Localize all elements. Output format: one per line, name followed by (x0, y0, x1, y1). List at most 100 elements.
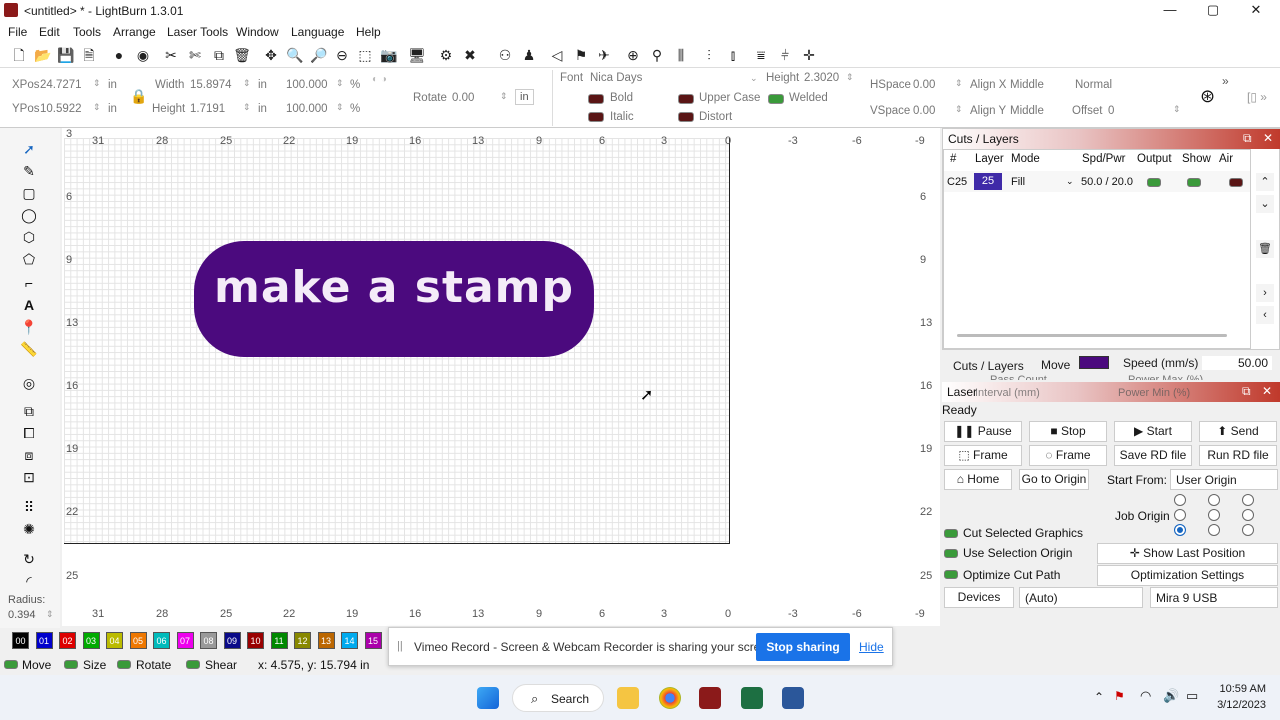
palette-color-02[interactable]: 02 (59, 632, 76, 649)
taskbar-search[interactable]: ⌕ Search (512, 684, 604, 712)
start-from-dropdown[interactable]: User Origin (1170, 469, 1278, 490)
menu-tools[interactable]: Tools (73, 25, 101, 39)
maximize-button[interactable]: ▢ (1193, 2, 1233, 20)
align-bottom-icon[interactable]: ⫩ (776, 46, 794, 64)
xpos-input[interactable]: 24.7271 (40, 79, 82, 91)
rotate-toggle[interactable] (117, 660, 131, 669)
center-icon[interactable]: ⊕ (624, 46, 642, 64)
width-percent-input[interactable]: 100.000 (286, 79, 328, 91)
italic-toggle[interactable] (588, 112, 604, 122)
tray-chevron-icon[interactable]: ⌃ (1094, 690, 1104, 704)
ellipse-icon[interactable]: ◯ (20, 206, 38, 224)
delete-layer-icon[interactable]: 🗑 (1256, 240, 1274, 258)
palette-color-04[interactable]: 04 (106, 632, 123, 649)
close-button[interactable]: ✕ (1236, 2, 1276, 20)
distort-toggle[interactable] (678, 112, 694, 122)
float-panel-icon[interactable]: ⧉ (1243, 131, 1252, 146)
font-chevron-down-icon[interactable]: ⌄ (750, 73, 758, 84)
monitor-icon[interactable]: 🖥 (408, 46, 426, 64)
air-toggle[interactable] (1229, 178, 1243, 187)
offset-input[interactable]: 0 (1108, 105, 1114, 117)
tab-cuts-layers[interactable]: Cuts / Layers (953, 359, 1024, 373)
settings-gear-icon[interactable]: ⚙ (437, 46, 455, 64)
move-icon[interactable]: ✥ (262, 46, 280, 64)
excel-icon[interactable] (741, 687, 763, 709)
boolean-subtract-icon[interactable]: ⧈ (20, 446, 38, 464)
move-toggle[interactable] (4, 660, 18, 669)
rotate-input[interactable]: 0.00 (452, 92, 474, 104)
delete-icon[interactable]: 🗑 (233, 46, 251, 64)
show-toggle[interactable] (1187, 178, 1201, 187)
vspace-spinner-icon[interactable]: ⇕ (955, 104, 963, 115)
ypos-spinner-icon[interactable]: ⇕ (93, 102, 101, 113)
ungroup-icon[interactable]: ♟ (520, 46, 538, 64)
rotate-unit-button[interactable]: in (515, 89, 534, 105)
menu-language[interactable]: Language (291, 25, 344, 39)
camera-icon[interactable]: 📷 (380, 46, 398, 64)
hspace-spinner-icon[interactable]: ⇕ (955, 78, 963, 89)
job-origin-mid-right[interactable] (1242, 509, 1254, 521)
row-mode-dropdown[interactable]: Fill (1011, 176, 1025, 188)
expand-right-icon[interactable]: › (1256, 284, 1274, 302)
hspace-input[interactable]: 0.00 (913, 79, 935, 91)
hide-link[interactable]: Hide (859, 640, 884, 654)
palette-color-03[interactable]: 03 (82, 632, 100, 649)
align-left-icon[interactable]: ⚲ (648, 46, 666, 64)
wifi-icon[interactable]: ◠ (1140, 688, 1151, 704)
palette-color-15[interactable]: 15 (364, 632, 382, 649)
tray-alert-icon[interactable]: ⚑ (1114, 689, 1125, 703)
zoom-fit-icon[interactable]: ⊖ (333, 46, 351, 64)
go-to-origin-button[interactable]: Go to Origin (1019, 469, 1089, 490)
welded-toggle[interactable] (768, 94, 784, 104)
send-button[interactable]: ⬆ Send (1199, 421, 1277, 442)
close-laser-panel-icon[interactable]: ✕ (1262, 384, 1272, 398)
scissors-icon[interactable]: ✄ (186, 46, 204, 64)
vspace-input[interactable]: 0.00 (913, 105, 935, 117)
job-origin-bottom-right[interactable] (1242, 524, 1254, 536)
group-icon[interactable]: ⚇ (496, 46, 514, 64)
new-file-icon[interactable]: 🗋 (10, 46, 28, 64)
lightburn-taskbar-icon[interactable] (699, 687, 721, 709)
stamp-text[interactable]: make a stamp (194, 262, 594, 313)
text-tool-icon[interactable]: A (20, 296, 38, 314)
file-explorer-icon[interactable] (617, 687, 639, 709)
panel-toggle-icon[interactable]: [▯ » (1247, 90, 1267, 104)
height-percent-spinner-icon[interactable]: ⇕ (336, 102, 344, 113)
alignx-dropdown[interactable]: Middle (1010, 79, 1044, 91)
speed-input[interactable]: 50.00 (1202, 356, 1272, 370)
select-arrow-icon[interactable]: ➚ (20, 140, 38, 158)
pentagon-icon[interactable]: ⬠ (20, 250, 38, 268)
output-toggle[interactable] (1147, 178, 1161, 187)
layer-swatch[interactable]: 25 (974, 173, 1002, 190)
bold-toggle[interactable] (588, 94, 604, 104)
aligny-dropdown[interactable]: Middle (1010, 105, 1044, 117)
menu-window[interactable]: Window (236, 25, 279, 39)
select-frame-icon[interactable]: ⬚ (356, 46, 374, 64)
font-dropdown[interactable]: Nica Days (590, 72, 760, 84)
flip-horizontal-icon[interactable]: ◁ (548, 46, 566, 64)
run-rd-button[interactable]: Run RD file (1199, 445, 1277, 466)
palette-color-07[interactable]: 07 (176, 632, 194, 649)
job-origin-bottom-center[interactable] (1208, 524, 1220, 536)
job-origin-bottom-left[interactable] (1174, 524, 1186, 536)
menu-laser-tools[interactable]: Laser Tools (167, 25, 228, 39)
palette-color-09[interactable]: 09 (223, 632, 241, 649)
toolbar-overflow-icon[interactable]: » (1222, 74, 1229, 88)
chrome-icon[interactable] (659, 687, 681, 709)
save-file-icon[interactable]: 💾 (57, 46, 75, 64)
export-icon[interactable]: ◉ (134, 46, 152, 64)
devices-button[interactable]: Devices (944, 587, 1014, 608)
menu-arrange[interactable]: Arrange (113, 25, 156, 39)
position-laser-icon[interactable]: 📍 (20, 318, 38, 336)
distribute-h-icon[interactable]: ⫶ (700, 46, 718, 64)
job-origin-top-left[interactable] (1174, 494, 1186, 506)
rotate-ccw-icon[interactable]: ◐ ◑ (372, 74, 387, 85)
align-top-icon[interactable]: ⩸ (752, 46, 770, 64)
drag-handle-icon[interactable]: || (397, 640, 403, 652)
job-origin-top-right[interactable] (1242, 494, 1254, 506)
polygon-icon[interactable]: ⬡ (20, 228, 38, 246)
optimize-toggle[interactable] (944, 570, 958, 579)
text-height-spinner-icon[interactable]: ⇕ (846, 72, 854, 83)
boolean-intersect-icon[interactable]: ⊡ (20, 468, 38, 486)
size-toggle[interactable] (64, 660, 78, 669)
